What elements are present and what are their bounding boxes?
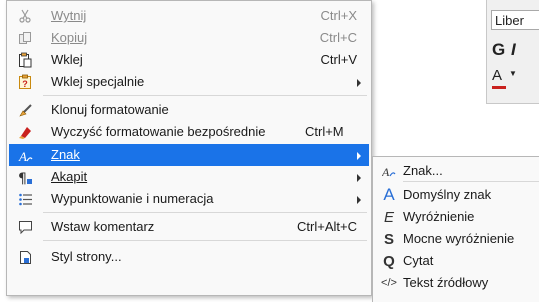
clear-formatting-icon <box>17 124 33 140</box>
submenu-arrow-icon <box>357 196 361 204</box>
menu-item-label: Wyczyść formatowanie bezpośrednie <box>51 124 266 139</box>
menu-item-paragraph[interactable]: ¶ Akapit <box>9 166 369 188</box>
paste-special-icon: ? <box>17 74 33 90</box>
font-color-button[interactable]: A ▼ <box>492 67 517 89</box>
menu-item-label: Kopiuj <box>51 30 88 45</box>
submenu-item-label: Cytat <box>403 253 434 268</box>
italic-button[interactable]: I <box>511 40 516 60</box>
scissors-icon <box>17 8 33 24</box>
menu-separator <box>403 181 539 182</box>
page-style-icon <box>17 249 33 265</box>
submenu-item-label: Znak... <box>403 163 443 178</box>
paste-icon <box>17 52 33 68</box>
svg-text:A: A <box>18 149 27 163</box>
submenu-item-default-character[interactable]: A Domyślny znak <box>375 184 539 206</box>
comment-icon <box>17 219 33 235</box>
strong-emphasis-icon: S <box>383 230 394 248</box>
source-text-icon: </> <box>381 277 397 289</box>
menu-item-label: Wypunktowanie i numeracja <box>51 191 214 206</box>
submenu-item-quote[interactable]: Q Cytat <box>375 250 539 272</box>
menu-item-label: Klonuj formatowanie <box>51 102 169 117</box>
menu-item-shortcut: Ctrl+Alt+C <box>297 219 357 234</box>
font-color-glyph: A <box>492 67 503 84</box>
submenu-item-label: Mocne wyróżnienie <box>403 231 515 246</box>
font-name-box[interactable]: Liber <box>491 10 539 30</box>
submenu-item-emphasis[interactable]: E Wyróżnienie <box>375 206 539 228</box>
bullets-numbering-icon <box>17 191 33 207</box>
menu-item-character[interactable]: A Znak <box>9 144 369 166</box>
font-color-swatch <box>492 86 506 89</box>
dropdown-arrow-icon[interactable]: ▼ <box>509 69 517 78</box>
quote-icon: Q <box>383 252 395 270</box>
menu-item-cut[interactable]: Wytnij Ctrl+X <box>9 5 369 27</box>
bold-button[interactable]: G <box>492 40 505 60</box>
submenu-arrow-icon <box>357 152 361 160</box>
menu-item-shortcut: Ctrl+V <box>320 52 357 67</box>
submenu-arrow-icon <box>357 79 361 87</box>
emphasis-icon: E <box>383 208 394 226</box>
submenu-arrow-icon <box>357 174 361 182</box>
menu-item-clear-direct-formatting[interactable]: Wyczyść formatowanie bezpośrednie Ctrl+M <box>9 121 369 143</box>
submenu-item-character-dialog[interactable]: A Znak... <box>375 160 539 182</box>
menu-item-shortcut: Ctrl+M <box>305 124 344 139</box>
character-icon: A <box>17 147 33 163</box>
submenu-item-label: Domyślny znak <box>403 187 492 202</box>
svg-text:?: ? <box>22 79 28 89</box>
menu-item-paste[interactable]: Wklej Ctrl+V <box>9 49 369 71</box>
menu-item-label: Wstaw komentarz <box>51 219 155 234</box>
svg-text:A: A <box>382 165 390 178</box>
menu-item-shortcut: Ctrl+X <box>320 8 357 23</box>
menu-item-copy[interactable]: Kopiuj Ctrl+C <box>9 27 369 49</box>
default-character-icon: A <box>383 185 395 204</box>
background-toolbar: Liber G I A ▼ <box>486 0 539 104</box>
menu-item-label: Wklej <box>51 52 83 67</box>
menu-separator <box>43 240 367 241</box>
menu-separator <box>43 95 367 96</box>
menu-item-insert-comment[interactable]: Wstaw komentarz Ctrl+Alt+C <box>9 216 369 238</box>
character-dialog-icon: A <box>381 162 397 180</box>
submenu-item-strong-emphasis[interactable]: S Mocne wyróżnienie <box>375 228 539 250</box>
menu-item-label: Wytnij <box>51 8 87 23</box>
menu-item-bullets-numbering[interactable]: Wypunktowanie i numeracja <box>9 188 369 210</box>
menu-item-paste-special[interactable]: ? Wklej specjalnie <box>9 71 369 93</box>
paragraph-icon: ¶ <box>17 169 33 185</box>
menu-item-clone-formatting[interactable]: Klonuj formatowanie <box>9 99 369 121</box>
submenu-item-source-text[interactable]: </> Tekst źródłowy <box>375 272 539 294</box>
menu-item-page-style[interactable]: Styl strony... <box>9 246 369 268</box>
menu-item-label: Styl strony... <box>51 249 122 264</box>
clone-brush-icon <box>17 102 33 118</box>
menu-item-label: Akapit <box>51 169 88 184</box>
menu-item-label: Znak <box>51 147 80 162</box>
submenu-item-label: Tekst źródłowy <box>403 275 489 290</box>
character-submenu: A Znak... A Domyślny znak E Wyróżnienie … <box>372 156 539 302</box>
svg-text:¶: ¶ <box>18 171 27 185</box>
menu-item-label: Wklej specjalnie <box>51 74 145 89</box>
menu-item-shortcut: Ctrl+C <box>319 30 357 45</box>
copy-icon <box>17 30 33 46</box>
context-menu: Wytnij Ctrl+X Kopiuj Ctrl+C Wklej Ctrl+V… <box>6 0 372 296</box>
menu-separator <box>43 212 367 213</box>
submenu-item-label: Wyróżnienie <box>403 209 475 224</box>
